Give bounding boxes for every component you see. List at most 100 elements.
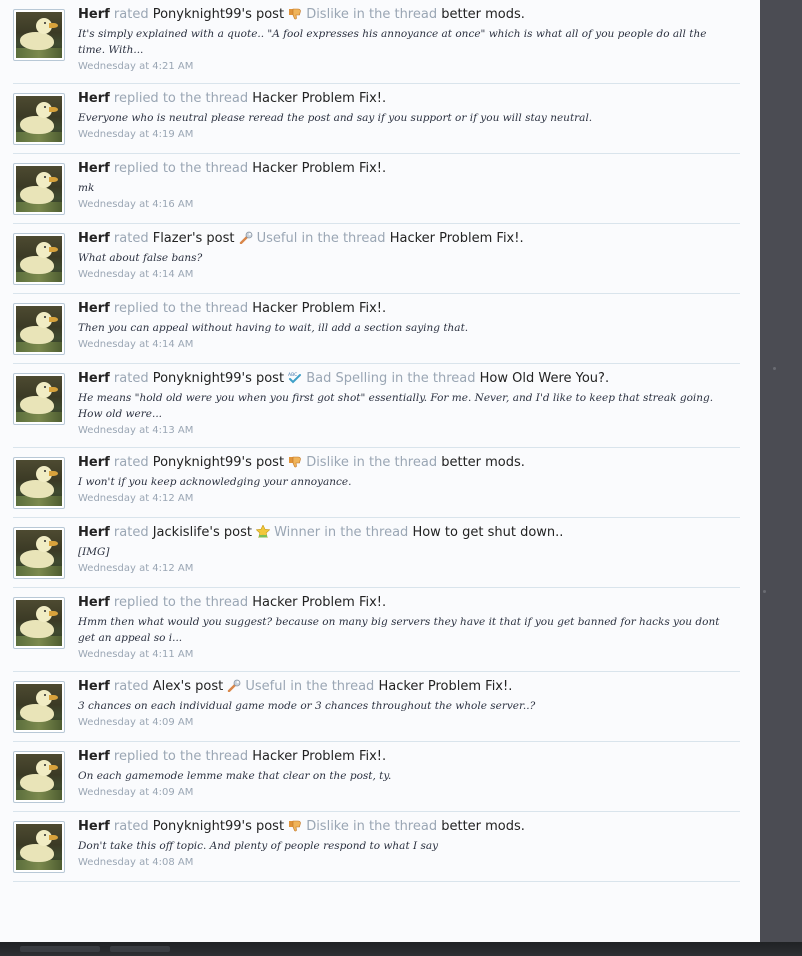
winner-icon	[255, 524, 271, 538]
feed-item: Herf rated Ponyknight99's post ABC Bad Sp…	[13, 364, 740, 448]
username-link[interactable]: Herf	[78, 371, 110, 386]
panel-dot	[773, 367, 776, 370]
timestamp[interactable]: Wednesday at 4:21 AM	[78, 59, 740, 83]
in-thread-text: in the thread	[391, 371, 476, 386]
action-text: rated	[113, 525, 149, 540]
action-text: rated	[113, 231, 149, 246]
username-link[interactable]: Herf	[78, 7, 110, 22]
svg-text:ABC: ABC	[288, 372, 297, 378]
timestamp[interactable]: Wednesday at 4:08 AM	[78, 855, 740, 879]
avatar[interactable]	[13, 163, 65, 215]
thread-link[interactable]: How Old Were You?.	[480, 371, 609, 386]
feed-item: Herf rated Ponyknight99's post Dislike i…	[13, 0, 740, 84]
username-link[interactable]: Herf	[78, 161, 110, 176]
post-snippet[interactable]: I won't if you keep acknowledging your a…	[78, 474, 723, 490]
post-link[interactable]: Ponyknight99's post	[153, 455, 284, 470]
timestamp[interactable]: Wednesday at 4:14 AM	[78, 267, 740, 291]
post-snippet[interactable]: [IMG]	[78, 544, 723, 560]
post-snippet[interactable]: Don't take this off topic. And plenty of…	[78, 838, 723, 854]
action-text: rated	[113, 455, 149, 470]
thread-link[interactable]: better mods.	[441, 819, 525, 834]
in-thread-text: in the thread	[301, 231, 386, 246]
thread-link[interactable]: Hacker Problem Fix!.	[378, 679, 512, 694]
post-snippet[interactable]: Then you can appeal without having to wa…	[78, 320, 723, 336]
avatar[interactable]	[13, 457, 65, 509]
activity-headline: Herf replied to the thread Hacker Proble…	[78, 748, 740, 765]
activity-headline: Herf rated Ponyknight99's post ABC Bad Sp…	[78, 370, 740, 387]
timestamp[interactable]: Wednesday at 4:14 AM	[78, 337, 740, 361]
activity-headline: Herf rated Ponyknight99's post Dislike i…	[78, 6, 740, 23]
timestamp[interactable]: Wednesday at 4:11 AM	[78, 647, 740, 671]
rating-name: Dislike	[306, 455, 349, 470]
post-snippet[interactable]: mk	[78, 180, 723, 196]
username-link[interactable]: Herf	[78, 749, 110, 764]
username-link[interactable]: Herf	[78, 819, 110, 834]
activity-headline: Herf rated Ponyknight99's post Dislike i…	[78, 818, 740, 835]
avatar[interactable]	[13, 821, 65, 873]
username-link[interactable]: Herf	[78, 91, 110, 106]
avatar[interactable]	[13, 93, 65, 145]
post-link[interactable]: Alex's post	[153, 679, 224, 694]
post-link[interactable]: Jackislife's post	[153, 525, 252, 540]
timestamp[interactable]: Wednesday at 4:19 AM	[78, 127, 740, 151]
timestamp[interactable]: Wednesday at 4:09 AM	[78, 715, 740, 739]
avatar[interactable]	[13, 751, 65, 803]
dislike-icon	[288, 7, 302, 20]
post-snippet[interactable]: 3 chances on each individual game mode o…	[78, 698, 723, 714]
post-snippet[interactable]: What about false bans?	[78, 250, 723, 266]
action-text: replied to the thread	[113, 595, 249, 610]
taskbar-item[interactable]	[20, 946, 100, 952]
in-thread-text: in the thread	[353, 7, 438, 22]
username-link[interactable]: Herf	[78, 301, 110, 316]
avatar[interactable]	[13, 527, 65, 579]
thread-link[interactable]: Hacker Problem Fix!.	[390, 231, 524, 246]
action-text: replied to the thread	[113, 161, 249, 176]
timestamp[interactable]: Wednesday at 4:09 AM	[78, 785, 740, 809]
feed-item: Herf rated Alex's post Useful in the thr…	[13, 672, 740, 742]
avatar[interactable]	[13, 233, 65, 285]
username-link[interactable]: Herf	[78, 231, 110, 246]
avatar[interactable]	[13, 373, 65, 425]
post-link[interactable]: Flazer's post	[153, 231, 235, 246]
feed-item: Herf rated Flazer's post Useful in the t…	[13, 224, 740, 294]
timestamp[interactable]: Wednesday at 4:16 AM	[78, 197, 740, 221]
post-snippet[interactable]: Everyone who is neutral please reread th…	[78, 110, 723, 126]
avatar[interactable]	[13, 303, 65, 355]
thread-link[interactable]: Hacker Problem Fix!.	[252, 595, 386, 610]
username-link[interactable]: Herf	[78, 455, 110, 470]
feed-item: Herf rated Ponyknight99's post Dislike i…	[13, 812, 740, 882]
action-text: replied to the thread	[113, 91, 249, 106]
thread-link[interactable]: Hacker Problem Fix!.	[252, 301, 386, 316]
timestamp[interactable]: Wednesday at 4:13 AM	[78, 423, 740, 447]
post-link[interactable]: Ponyknight99's post	[153, 7, 284, 22]
thread-link[interactable]: better mods.	[441, 455, 525, 470]
post-snippet[interactable]: He means "hold old were you when you fir…	[78, 390, 723, 422]
timestamp[interactable]: Wednesday at 4:12 AM	[78, 561, 740, 585]
username-link[interactable]: Herf	[78, 679, 110, 694]
thread-link[interactable]: Hacker Problem Fix!.	[252, 161, 386, 176]
thread-link[interactable]: Hacker Problem Fix!.	[252, 749, 386, 764]
avatar[interactable]	[13, 9, 65, 61]
username-link[interactable]: Herf	[78, 595, 110, 610]
activity-headline: Herf replied to the thread Hacker Proble…	[78, 160, 740, 177]
timestamp[interactable]: Wednesday at 4:12 AM	[78, 491, 740, 515]
post-snippet[interactable]: It's simply explained with a quote.. "A …	[78, 26, 723, 58]
thread-link[interactable]: Hacker Problem Fix!.	[252, 91, 386, 106]
avatar[interactable]	[13, 597, 65, 649]
rating-name: Winner	[274, 525, 321, 540]
action-text: rated	[113, 679, 149, 694]
wrench-icon	[227, 679, 241, 693]
thread-link[interactable]: How to get shut down..	[412, 525, 563, 540]
avatar[interactable]	[13, 681, 65, 733]
activity-headline: Herf replied to the thread Hacker Proble…	[78, 90, 740, 107]
post-link[interactable]: Ponyknight99's post	[153, 371, 284, 386]
wrench-icon	[239, 231, 253, 245]
username-link[interactable]: Herf	[78, 525, 110, 540]
activity-headline: Herf rated Alex's post Useful in the thr…	[78, 678, 740, 695]
thread-link[interactable]: better mods.	[441, 7, 525, 22]
post-snippet[interactable]: On each gamemode lemme make that clear o…	[78, 768, 723, 784]
taskbar-item[interactable]	[110, 946, 170, 952]
post-snippet[interactable]: Hmm then what would you suggest? because…	[78, 614, 723, 646]
action-text: rated	[113, 819, 149, 834]
post-link[interactable]: Ponyknight99's post	[153, 819, 284, 834]
